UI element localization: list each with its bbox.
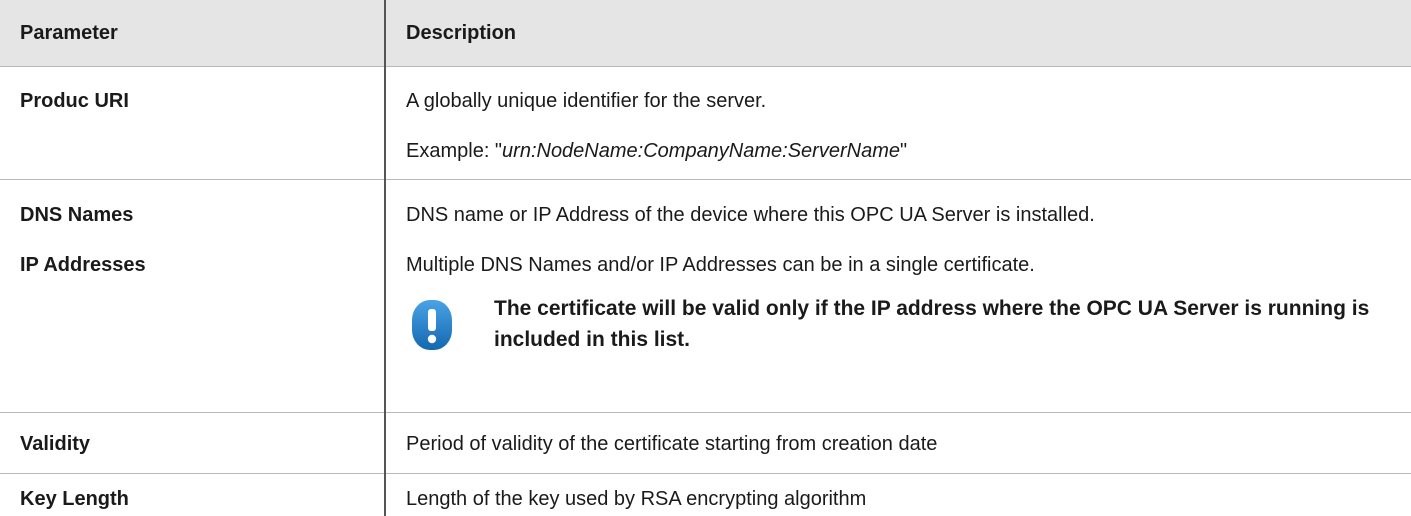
desc-cell: Length of the key used by RSA encrypting… [385, 474, 1411, 516]
example-prefix: Example: " [406, 140, 502, 162]
header-description: Description [385, 0, 1411, 67]
param-name: DNS Names [20, 204, 384, 227]
desc-text: DNS name or IP Address of the device whe… [406, 204, 1411, 227]
table-row: Key Length Length of the key used by RSA… [0, 474, 1411, 516]
example-uri: urn:NodeName:CompanyName:ServerName [502, 140, 900, 162]
table-row: Validity Period of validity of the certi… [0, 413, 1411, 474]
desc-text: Length of the key used by RSA encrypting… [406, 488, 1411, 511]
param-name: Validity [20, 433, 384, 456]
parameters-table: Parameter Description Produc URI A globa… [0, 0, 1411, 516]
example-suffix: " [900, 140, 907, 162]
table-header-row: Parameter Description [0, 0, 1411, 67]
desc-text: Multiple DNS Names and/or IP Addresses c… [406, 254, 1411, 277]
table-row: Produc URI A globally unique identifier … [0, 67, 1411, 180]
param-cell: Key Length [0, 474, 385, 516]
desc-text: Period of validity of the certificate st… [406, 433, 1411, 456]
note-text: The certificate will be valid only if th… [494, 293, 1374, 355]
exclamation-icon [411, 299, 453, 351]
desc-cell: A globally unique identifier for the ser… [385, 67, 1411, 180]
param-cell: Produc URI [0, 67, 385, 180]
param-name: Produc URI [20, 90, 384, 113]
param-cell: Validity [0, 413, 385, 474]
note-box: The certificate will be valid only if th… [406, 293, 1411, 355]
desc-cell: Period of validity of the certificate st… [385, 413, 1411, 474]
table-row: DNS Names IP Addresses DNS name or IP Ad… [0, 180, 1411, 413]
example-text: Example: "urn:NodeName:CompanyName:Serve… [406, 140, 1411, 163]
desc-cell: DNS name or IP Address of the device whe… [385, 180, 1411, 413]
header-parameter: Parameter [0, 0, 385, 67]
param-cell: DNS Names IP Addresses [0, 180, 385, 413]
param-name: IP Addresses [20, 254, 384, 277]
param-name: Key Length [20, 488, 384, 511]
desc-text: A globally unique identifier for the ser… [406, 90, 1411, 113]
